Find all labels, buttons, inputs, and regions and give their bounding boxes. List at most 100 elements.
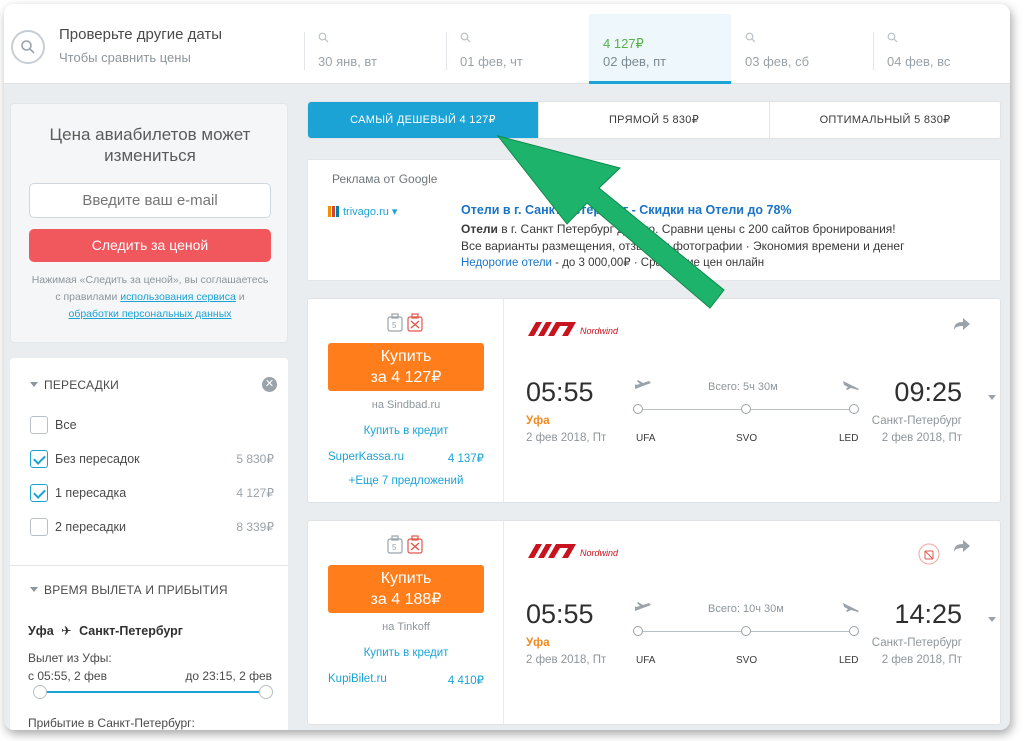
departure-time: 05:55 xyxy=(526,377,594,407)
checkbox[interactable] xyxy=(30,416,48,434)
trivago-logo[interactable]: trivago.ru ▾ xyxy=(328,205,397,220)
departure-time-slider[interactable] xyxy=(33,685,273,699)
tab-optimal[interactable]: ОПТИМАЛЬНЫЙ 5 830₽ xyxy=(770,102,1000,138)
filter-stops-one[interactable]: 1 пересадка 4 127₽ xyxy=(30,484,274,504)
offer-source: на Sindbad.ru xyxy=(371,399,441,411)
total-duration: Всего: 5ч 30м xyxy=(708,381,778,393)
buy-on-credit-link[interactable]: Купить в кредит xyxy=(308,647,504,659)
terms-link-personal-data[interactable]: обработки персональных данных xyxy=(68,308,231,320)
buy-button-label: Купить xyxy=(380,348,432,365)
airport-code: SVO xyxy=(736,433,758,444)
filters-panel: ПЕРЕСАДКИ ✕ Все Без пересадок 5 830₽ 1 п… xyxy=(10,358,288,730)
checkbox-checked[interactable] xyxy=(30,450,48,468)
google-ad: Реклама от Google trivago.ru ▾ Отели в г… xyxy=(307,159,1001,281)
flight-result-card[interactable]: 5 Купить за 4 127₽ на Sindbad.ru Купить … xyxy=(307,298,1001,503)
takeoff-icon xyxy=(635,380,651,389)
price-alert-title: Цена авиабилетов может измениться xyxy=(11,124,289,166)
airline-name: Nordwind xyxy=(580,326,619,336)
alt-offer-name: KupiBilet.ru xyxy=(328,673,387,685)
alternative-offer[interactable]: KupiBilet.ru 4 410₽ xyxy=(328,673,484,687)
terms-note-and: и xyxy=(235,291,245,303)
date-price: 4 127₽ xyxy=(603,36,644,51)
no-baggage-icon xyxy=(918,543,940,565)
slider-handle-min[interactable] xyxy=(33,685,47,699)
stops-header-label: ПЕРЕСАДКИ xyxy=(44,378,119,392)
time-header-label: ВРЕМЯ ВЫЛЕТА И ПРИБЫТИЯ xyxy=(44,583,228,597)
arrival-city: Санкт-Петербург xyxy=(871,637,962,649)
flight-path-line xyxy=(633,404,859,414)
ad-sitelink[interactable]: Недорогие отели xyxy=(461,257,552,269)
search-icon xyxy=(460,32,471,43)
offer-source: на Tinkoff xyxy=(382,621,430,633)
arrival-time: 14:25 xyxy=(894,599,962,629)
date-bar-title: Проверьте другие даты xyxy=(59,26,223,43)
svg-text:5: 5 xyxy=(392,321,397,330)
date-label: 01 фев, чт xyxy=(460,54,523,69)
departure-time: 05:55 xyxy=(526,599,594,629)
airport-code: SVO xyxy=(736,655,758,666)
date-cell-02-feb[interactable]: 4 127₽ 02 фев, пт xyxy=(589,14,731,84)
checkbox[interactable] xyxy=(30,518,48,536)
buy-button[interactable]: Купить за 4 127₽ xyxy=(328,343,484,391)
tab-direct[interactable]: ПРЯМОЙ 5 830₽ xyxy=(539,102,770,138)
landing-icon xyxy=(843,603,859,612)
search-icon xyxy=(745,32,756,43)
tab-cheapest[interactable]: САМЫЙ ДЕШЕВЫЙ 4 127₽ xyxy=(308,102,539,138)
departure-label: Вылет из Уфы: xyxy=(28,651,112,665)
buy-button-price: за 4 127₽ xyxy=(370,369,442,386)
flight-result-card[interactable]: 5 Купить за 4 188₽ на Tinkoff Купить в к… xyxy=(307,520,1001,725)
chevron-down-icon[interactable] xyxy=(988,617,996,622)
filter-label: Все xyxy=(55,418,77,432)
checkbox-checked[interactable] xyxy=(30,484,48,502)
buy-button[interactable]: Купить за 4 188₽ xyxy=(328,565,484,613)
buy-on-credit-link[interactable]: Купить в кредит xyxy=(308,425,504,437)
alternative-offer[interactable]: SuperKassa.ru 4 137₽ xyxy=(328,451,484,465)
filter-price: 5 830₽ xyxy=(236,452,274,466)
share-icon[interactable] xyxy=(953,317,971,331)
filter-stops-two[interactable]: 2 пересадки 8 339₽ xyxy=(30,518,274,538)
stop-dot xyxy=(741,404,751,414)
email-field[interactable] xyxy=(29,183,271,218)
time-filter-header[interactable]: ВРЕМЯ ВЫЛЕТА И ПРИБЫТИЯ xyxy=(30,583,228,597)
track-price-button[interactable]: Следить за ценой xyxy=(29,229,271,262)
arrival-date: 2 фев 2018, Пт xyxy=(881,654,962,666)
filter-label: 2 пересадки xyxy=(55,520,126,534)
card-offer: 5 Купить за 4 127₽ на Sindbad.ru Купить … xyxy=(308,299,504,502)
stop-dot xyxy=(741,626,751,636)
terms-link-usage[interactable]: использования сервиса xyxy=(120,291,236,303)
date-cell-04-feb[interactable]: 04 фев, вс xyxy=(873,14,1010,84)
departure-date: 2 фев 2018, Пт xyxy=(526,432,607,444)
date-cell-03-feb[interactable]: 03 фев, сб xyxy=(731,14,873,84)
arrival-time: 09:25 xyxy=(894,377,962,407)
svg-text:5: 5 xyxy=(392,543,397,552)
ad-line-3: Недорогие отели - до 3 000,00₽ · Сравнен… xyxy=(461,255,764,269)
more-offers-link[interactable]: +Еще 7 предложений xyxy=(308,475,504,487)
nordwind-logo-icon xyxy=(528,544,576,558)
chevron-down-icon xyxy=(30,382,38,387)
chevron-down-icon[interactable] xyxy=(988,395,996,400)
clear-filter-icon[interactable]: ✕ xyxy=(262,377,277,392)
baggage-icon: 5 xyxy=(387,535,423,554)
card-offer: 5 Купить за 4 188₽ на Tinkoff Купить в к… xyxy=(308,521,504,724)
total-duration: Всего: 10ч 30м xyxy=(708,603,784,615)
share-icon[interactable] xyxy=(953,539,971,553)
filter-stops-all[interactable]: Все xyxy=(30,416,274,436)
airline-logo: Nordwind xyxy=(526,543,618,564)
divider xyxy=(446,32,447,70)
slider-handle-max[interactable] xyxy=(259,685,273,699)
baggage-icon: 5 xyxy=(387,313,423,332)
search-icon xyxy=(887,32,898,43)
date-cell-30-jan[interactable]: 30 янв, вт xyxy=(304,14,446,84)
date-cell-01-feb[interactable]: 01 фев, чт xyxy=(446,14,588,84)
departure-city: Уфа xyxy=(526,637,550,649)
stops-filter-header[interactable]: ПЕРЕСАДКИ xyxy=(30,378,119,392)
price-alert-title-line1: Цена авиабилетов может xyxy=(49,125,251,144)
ad-title-link[interactable]: Отели в г. Санкт Петербург - Скидки на О… xyxy=(461,203,792,217)
ad-line-1-text: в г. Санкт Петербург дорого. Сравни цены… xyxy=(497,222,896,236)
filter-stops-direct[interactable]: Без пересадок 5 830₽ xyxy=(30,450,274,470)
price-alert-panel: Цена авиабилетов может измениться Следит… xyxy=(10,103,288,343)
price-alert-title-line2: измениться xyxy=(104,146,196,165)
buy-button-label: Купить xyxy=(380,570,432,587)
stop-dot xyxy=(849,626,859,636)
route-title: Уфа ✈ Санкт-Петербург xyxy=(28,623,183,638)
